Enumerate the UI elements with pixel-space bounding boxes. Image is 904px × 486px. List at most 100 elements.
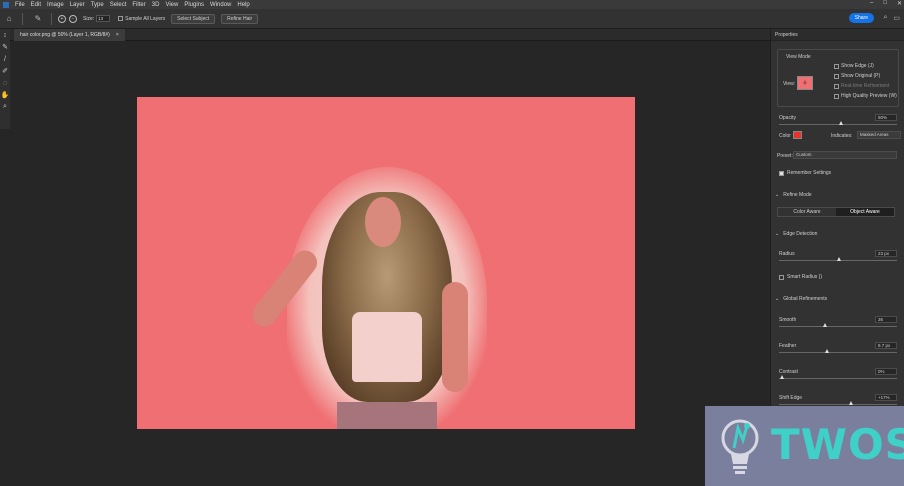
realtime-refinement-option[interactable]: Real-time Refinement bbox=[834, 83, 889, 89]
high-quality-preview-option[interactable]: High Quality Preview (W) bbox=[834, 93, 897, 99]
show-original-checkbox[interactable] bbox=[834, 73, 839, 79]
show-edge-option[interactable]: Show Edge (J) bbox=[834, 63, 874, 69]
window-controls: – □ ✕ bbox=[870, 0, 902, 7]
feather-label: Feather bbox=[779, 343, 797, 349]
top-right-icons: ⌕ ▭ bbox=[883, 14, 900, 22]
high-quality-preview-checkbox[interactable] bbox=[834, 93, 839, 99]
contrast-input[interactable]: 0% bbox=[875, 368, 897, 375]
close-tab-icon[interactable]: × bbox=[116, 32, 119, 38]
crop-top bbox=[352, 312, 422, 382]
refine-mode-toggle: Color Aware Object Aware bbox=[777, 207, 895, 217]
twos-watermark: TWOS bbox=[705, 406, 904, 486]
feather-input[interactable]: 8.7 px bbox=[875, 342, 897, 349]
show-edge-checkbox[interactable] bbox=[834, 63, 839, 69]
photoshop-logo-icon bbox=[0, 0, 12, 9]
feather-knob[interactable] bbox=[825, 349, 829, 353]
size-input[interactable]: 13 bbox=[96, 15, 111, 22]
brush-tool-icon[interactable]: ✐ bbox=[0, 65, 10, 77]
view-mode-thumbnail[interactable]: ⚘ bbox=[797, 76, 813, 90]
realtime-refinement-checkbox[interactable] bbox=[834, 83, 839, 89]
photoshop-window: File Edit Image Layer Type Select Filter… bbox=[0, 0, 904, 486]
remember-settings-option[interactable]: Remember Settings bbox=[779, 170, 831, 176]
menu-help[interactable]: Help bbox=[234, 2, 252, 8]
opacity-label: Opacity bbox=[779, 115, 796, 121]
smart-radius-checkbox[interactable] bbox=[779, 274, 784, 280]
show-original-option[interactable]: Show Original (P) bbox=[834, 73, 880, 79]
view-label: View: bbox=[783, 81, 796, 87]
hand-tool-icon[interactable]: ✋ bbox=[0, 89, 10, 101]
global-refinements-title: Global Refinements bbox=[783, 296, 828, 302]
chevron-down-icon: ⌄ bbox=[775, 231, 780, 237]
home-icon[interactable]: ⌂ bbox=[2, 12, 16, 26]
menu-edit[interactable]: Edit bbox=[28, 2, 44, 8]
minimize-icon[interactable]: – bbox=[870, 0, 873, 7]
smooth-input[interactable]: 36 bbox=[875, 316, 897, 323]
quick-selection-tool-icon[interactable]: ✎ bbox=[0, 41, 10, 53]
indicates-label: Indicates: bbox=[831, 133, 853, 139]
menu-bar: File Edit Image Layer Type Select Filter… bbox=[0, 0, 904, 9]
contrast-track[interactable] bbox=[779, 378, 897, 379]
select-subject-button[interactable]: Select Subject bbox=[171, 13, 216, 24]
edge-detection-title: Edge Detection bbox=[783, 231, 818, 237]
workspace-icon[interactable]: ▭ bbox=[893, 14, 900, 22]
refine-edge-brush-icon[interactable]: / bbox=[0, 53, 10, 65]
close-icon[interactable]: ✕ bbox=[897, 0, 902, 7]
remember-settings-checkbox[interactable] bbox=[779, 170, 784, 176]
size-label: Size: bbox=[83, 15, 95, 22]
sample-all-layers-checkbox[interactable] bbox=[118, 16, 124, 21]
contrast-knob[interactable] bbox=[780, 375, 784, 379]
subtract-from-selection-icon[interactable]: − bbox=[69, 14, 77, 23]
remember-settings-label: Remember Settings bbox=[787, 170, 832, 176]
preset-dropdown[interactable]: Custom bbox=[793, 151, 897, 159]
menu-window[interactable]: Window bbox=[207, 2, 234, 8]
menu-select[interactable]: Select bbox=[107, 2, 130, 8]
menu-filter[interactable]: Filter bbox=[129, 2, 148, 8]
global-refinements-header[interactable]: ⌄ Global Refinements bbox=[775, 296, 827, 302]
menu-image[interactable]: Image bbox=[44, 2, 67, 8]
radius-input[interactable]: 23 px bbox=[875, 250, 897, 257]
lasso-tool-icon[interactable]: ◌ bbox=[0, 77, 10, 89]
overlay-color-swatch[interactable] bbox=[793, 131, 802, 139]
canvas-area[interactable] bbox=[10, 41, 778, 486]
document-image[interactable] bbox=[137, 97, 635, 429]
feather-track[interactable] bbox=[779, 352, 897, 353]
menu-view[interactable]: View bbox=[162, 2, 181, 8]
quick-selection-brush-icon[interactable]: ✎ bbox=[31, 12, 45, 26]
smart-radius-label: Smart Radius () bbox=[787, 274, 823, 280]
divider bbox=[22, 12, 23, 25]
edge-detection-header[interactable]: ⌄ Edge Detection bbox=[775, 231, 817, 237]
face bbox=[365, 197, 401, 247]
maximize-icon[interactable]: □ bbox=[883, 0, 887, 7]
color-aware-option[interactable]: Color Aware bbox=[778, 208, 836, 216]
search-icon[interactable]: ⌕ bbox=[883, 14, 887, 22]
smart-radius-option[interactable]: Smart Radius () bbox=[779, 274, 822, 280]
indicates-dropdown[interactable]: Masked Areas bbox=[857, 131, 901, 139]
shift-edge-track[interactable] bbox=[779, 404, 897, 405]
opacity-input[interactable]: 50% bbox=[875, 114, 897, 121]
menu-type[interactable]: Type bbox=[88, 2, 107, 8]
move-tool-icon[interactable]: ↕ bbox=[0, 29, 10, 41]
refine-hair-button[interactable]: Refine Hair bbox=[221, 13, 259, 24]
smooth-track[interactable] bbox=[779, 326, 897, 327]
lightbulb-logo-icon bbox=[721, 419, 759, 474]
shift-edge-knob[interactable] bbox=[849, 401, 853, 405]
object-aware-option[interactable]: Object Aware bbox=[836, 208, 894, 216]
opacity-track[interactable] bbox=[779, 124, 897, 125]
shift-edge-input[interactable]: +17% bbox=[875, 394, 897, 401]
options-bar: ⌂ ✎ + − Size: 13 Sample All Layers Selec… bbox=[0, 9, 904, 29]
add-to-selection-icon[interactable]: + bbox=[58, 14, 66, 23]
menu-plugins[interactable]: Plugins bbox=[181, 2, 207, 8]
show-edge-label: Show Edge (J) bbox=[841, 63, 874, 69]
menu-3d[interactable]: 3D bbox=[149, 2, 163, 8]
menu-file[interactable]: File bbox=[12, 2, 28, 8]
menu-layer[interactable]: Layer bbox=[67, 2, 88, 8]
smooth-knob[interactable] bbox=[823, 323, 827, 327]
refine-mode-title: Refine Mode bbox=[783, 192, 812, 198]
opacity-knob[interactable] bbox=[839, 121, 843, 125]
twos-wordmark: TWOS bbox=[771, 420, 904, 469]
share-button[interactable]: Share bbox=[848, 13, 874, 23]
refine-mode-header[interactable]: ⌄ Refine Mode bbox=[775, 192, 812, 198]
radius-knob[interactable] bbox=[837, 257, 841, 261]
zoom-tool-icon[interactable]: ⌕ bbox=[0, 101, 10, 113]
document-tab[interactable]: hair color.png @ 50% (Layer 1, RGB/8#) × bbox=[14, 29, 125, 41]
